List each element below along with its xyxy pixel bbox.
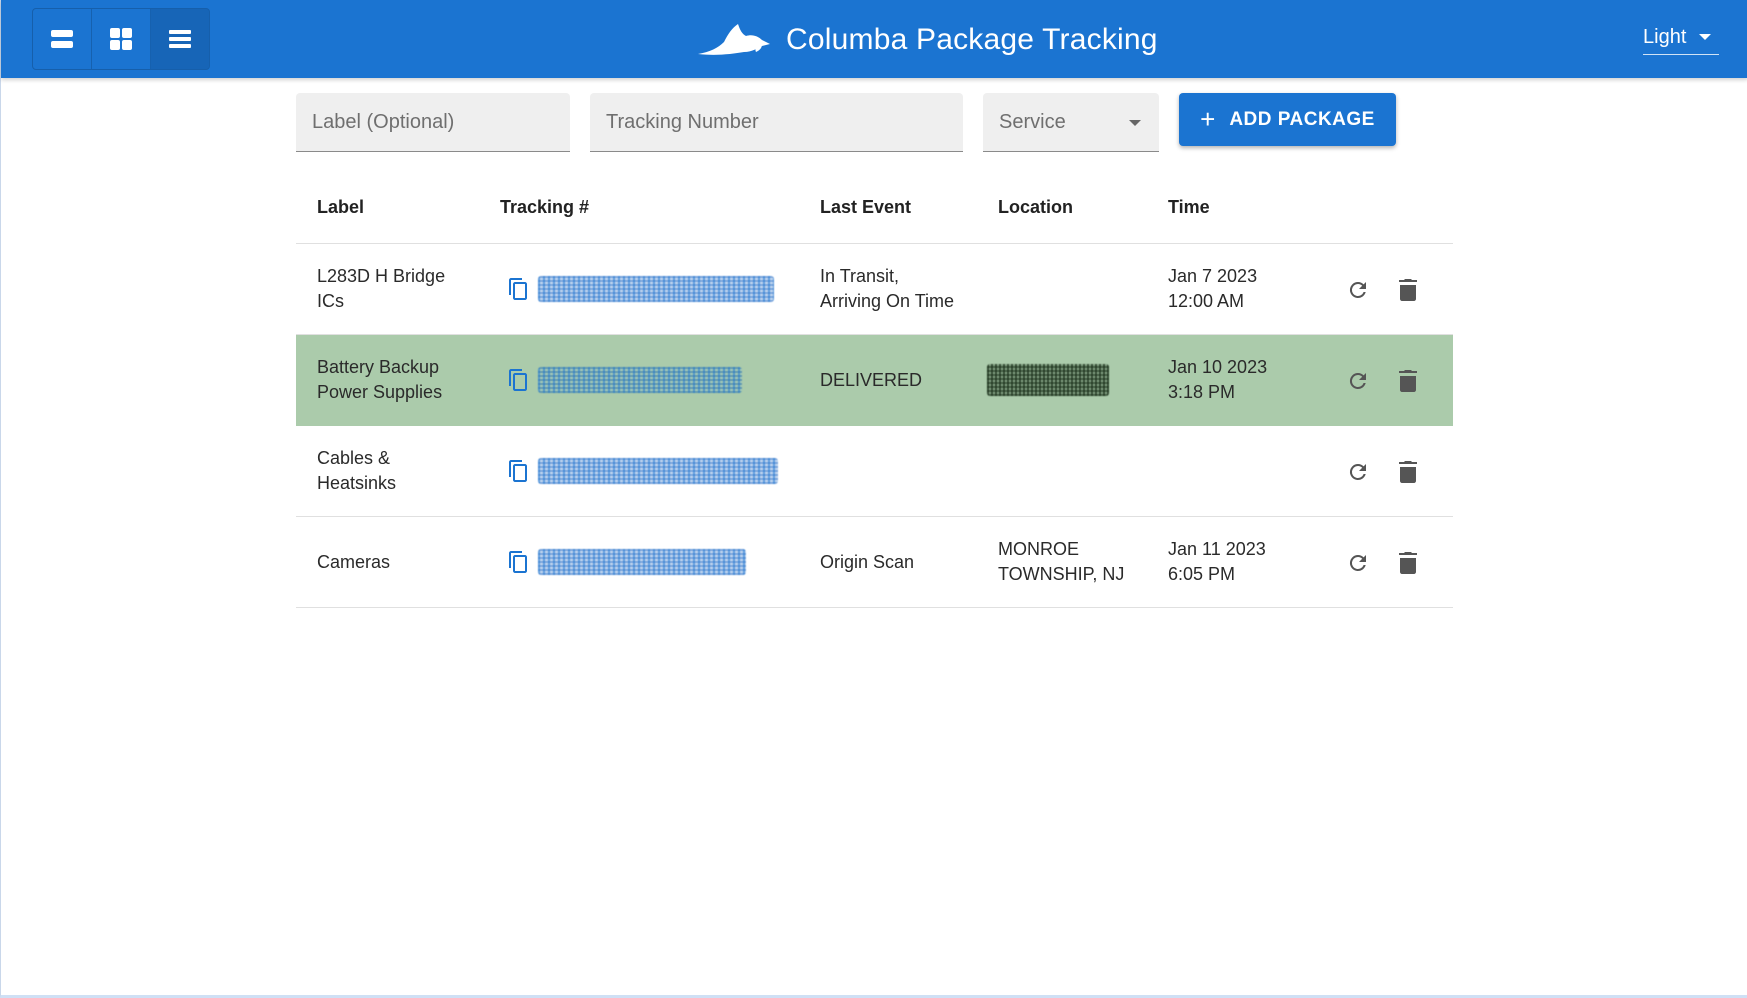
refresh-icon [1349, 372, 1366, 389]
event-clock: 12:00 AM [1168, 291, 1245, 311]
event-time: Jan 10 2023 3:18 PM [1168, 355, 1318, 405]
service-select[interactable]: Service [983, 93, 1159, 152]
column-header-last-event: Last Event [820, 197, 912, 217]
trash-icon [1399, 461, 1417, 483]
event-time: Jan 11 2023 6:05 PM [1168, 537, 1318, 587]
table-row-delivered[interactable]: Battery Backup Power Supplies DELIVERED … [296, 335, 1453, 426]
trash-icon [1399, 552, 1417, 574]
package-label-line: Power Supplies [317, 382, 443, 402]
delete-button[interactable] [1392, 547, 1424, 579]
last-event-line: In Transit, [820, 266, 900, 286]
service-select-placeholder: Service [999, 110, 1066, 133]
label-field[interactable] [296, 93, 570, 152]
view-grid-button[interactable] [92, 9, 151, 69]
refresh-icon [1349, 554, 1366, 571]
column-header-location: Location [998, 197, 1073, 217]
tracking-number-cell [504, 456, 778, 486]
event-clock: 3:18 PM [1168, 382, 1236, 402]
copy-icon[interactable] [504, 365, 534, 395]
add-package-button-label: ADD PACKAGE [1229, 108, 1375, 130]
theme-select-value: Light [1643, 25, 1687, 48]
table-header: Label Tracking # Last Event Location Tim… [296, 175, 1453, 244]
package-label-line: Heatsinks [317, 473, 397, 493]
column-header-time: Time [1168, 197, 1210, 217]
refresh-button[interactable] [1342, 547, 1374, 579]
last-event-line: DELIVERED [820, 370, 923, 390]
last-event-line: Arriving On Time [820, 291, 955, 311]
package-label-line: Battery Backup [317, 357, 440, 377]
column-header-label: Label [317, 197, 365, 217]
delete-button[interactable] [1392, 274, 1424, 306]
package-label: Cables & Heatsinks [317, 446, 467, 496]
add-package-button[interactable]: + ADD PACKAGE [1179, 93, 1396, 146]
copy-icon[interactable] [504, 456, 534, 486]
bird-logo-icon [696, 22, 772, 58]
package-label-line: ICs [317, 291, 344, 311]
package-label-line: Cables & [317, 448, 391, 468]
location [987, 364, 1137, 396]
refresh-button[interactable] [1342, 456, 1374, 488]
view-grid-icon [110, 28, 132, 50]
tracking-number-cell [504, 365, 742, 395]
table-row[interactable]: Cables & Heatsinks [296, 426, 1453, 517]
app-title: Columba Package Tracking [786, 23, 1158, 56]
redacted-tracking-number [538, 367, 742, 393]
last-event-line: Origin Scan [820, 552, 915, 572]
redacted-tracking-number [538, 549, 746, 575]
app-bar: Columba Package Tracking Light [1, 0, 1747, 78]
plus-icon: + [1200, 103, 1216, 134]
trash-icon [1399, 279, 1417, 301]
tracking-number-input[interactable] [606, 110, 963, 134]
table-row[interactable]: Cameras Origin Scan MONROE TOWNSHIP, NJ … [296, 517, 1453, 608]
redacted-location [987, 364, 1109, 396]
refresh-button[interactable] [1342, 274, 1374, 306]
event-time: Jan 7 2023 12:00 AM [1168, 264, 1318, 314]
theme-select[interactable]: Light [1643, 20, 1719, 55]
view-list-button[interactable] [151, 9, 209, 69]
label-input[interactable] [312, 110, 570, 134]
view-list-icon [169, 30, 191, 48]
trash-icon [1399, 370, 1417, 392]
location: MONROE TOWNSHIP, NJ [998, 537, 1148, 587]
copy-icon[interactable] [504, 274, 534, 304]
last-event: Origin Scan [820, 550, 970, 575]
copy-icon[interactable] [504, 547, 534, 577]
tracking-number-cell [504, 547, 746, 577]
chevron-down-icon [1129, 120, 1141, 126]
table-row[interactable]: L283D H Bridge ICs In Transit, Arriving … [296, 244, 1453, 335]
redacted-tracking-number [538, 276, 774, 302]
chevron-down-icon [1699, 34, 1711, 40]
refresh-button[interactable] [1342, 365, 1374, 397]
view-agenda-icon [51, 30, 73, 48]
refresh-icon [1349, 463, 1366, 480]
view-toggle-group [32, 8, 210, 70]
event-clock: 6:05 PM [1168, 564, 1236, 584]
package-label: Battery Backup Power Supplies [317, 355, 467, 405]
event-date: Jan 11 2023 [1168, 539, 1266, 559]
location-line: TOWNSHIP, NJ [998, 564, 1125, 584]
tracking-number-cell [504, 274, 774, 304]
packages-table: Label Tracking # Last Event Location Tim… [296, 175, 1453, 608]
package-label: L283D H Bridge ICs [317, 264, 467, 314]
package-label-line: L283D H Bridge [317, 266, 446, 286]
view-compact-button[interactable] [33, 9, 92, 69]
brand: Columba Package Tracking [696, 18, 1158, 62]
delete-button[interactable] [1392, 365, 1424, 397]
redacted-tracking-number [538, 458, 778, 484]
last-event: DELIVERED [820, 368, 970, 393]
refresh-icon [1349, 281, 1366, 298]
column-header-tracking: Tracking # [500, 197, 590, 217]
event-date: Jan 10 2023 [1168, 357, 1268, 377]
location-line: MONROE [998, 539, 1079, 559]
package-label: Cameras [317, 550, 467, 575]
tracking-number-field[interactable] [590, 93, 963, 152]
last-event: In Transit, Arriving On Time [820, 264, 970, 314]
event-date: Jan 7 2023 [1168, 266, 1258, 286]
delete-button[interactable] [1392, 456, 1424, 488]
package-label-line: Cameras [317, 552, 391, 572]
